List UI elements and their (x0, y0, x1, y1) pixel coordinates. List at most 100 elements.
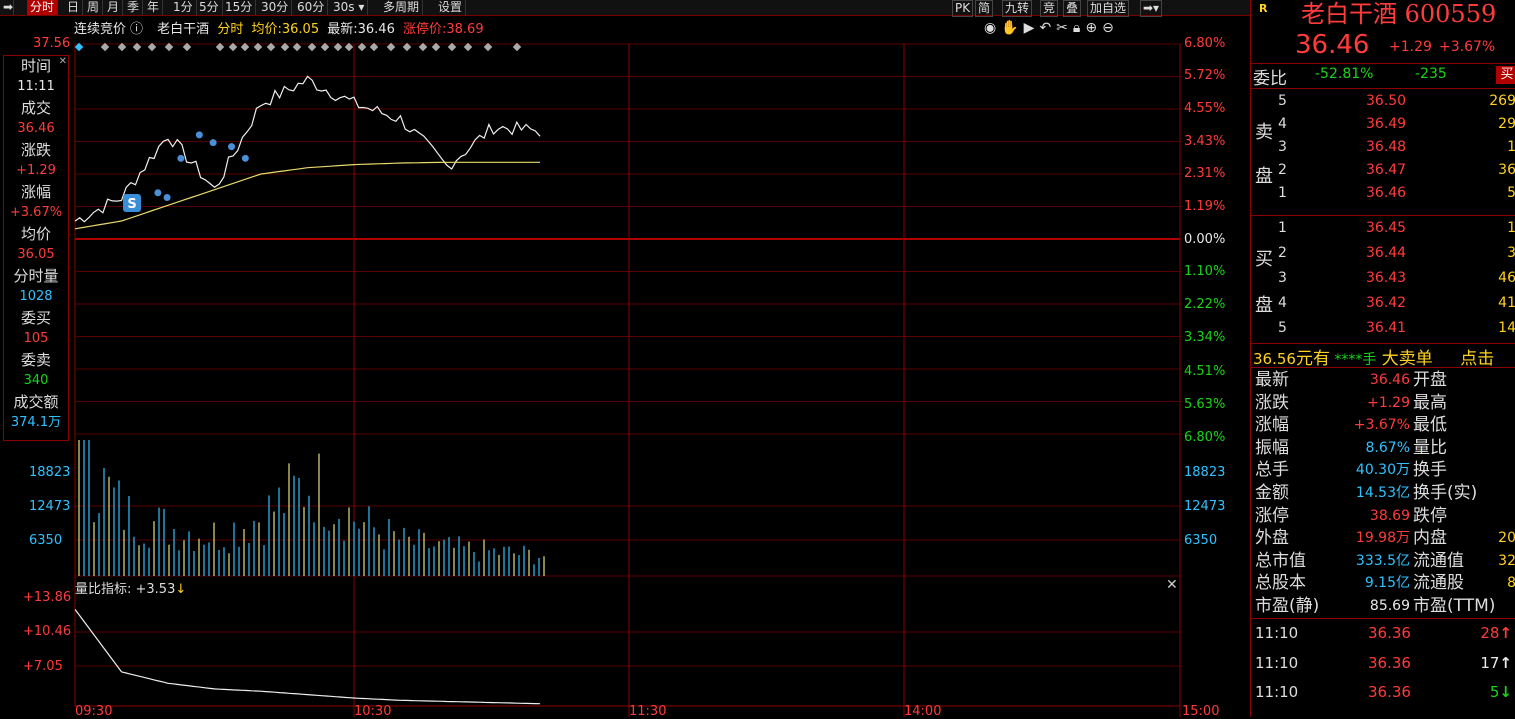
tick-price: 36.36 (1368, 624, 1411, 642)
stat-value: +3.67% (1353, 417, 1410, 434)
level-volume: 1 (1507, 139, 1515, 155)
stat-label: 涨幅 (1255, 415, 1289, 436)
level-volume: 46 (1498, 270, 1515, 286)
pct-axis-label: 1.19% (1184, 199, 1226, 214)
volume-ratio-line (74, 609, 541, 705)
pct-axis-label: 2.22% (1184, 297, 1226, 312)
stat-row: 总股本 9.15亿 流通股 8 (1255, 572, 1515, 594)
pct-axis-label: 0.00% (1184, 232, 1226, 247)
stat-row: 金额 14.53亿 换手(实) (1255, 482, 1515, 504)
pct-axis-label: 2.31% (1184, 166, 1226, 181)
level-price: 36.49 (1366, 116, 1407, 132)
current-price: 36.46 (1295, 30, 1370, 60)
stat-label: 涨停 (1255, 505, 1289, 526)
trade-marker (241, 154, 249, 162)
info-label: 委买 (20, 309, 51, 327)
tick-time: 11:10 (1255, 624, 1299, 642)
indicator-axis-label: +10.46 (23, 624, 72, 639)
level-num: 5 (1278, 93, 1287, 109)
divider (1251, 367, 1515, 368)
trade-marker (209, 139, 217, 147)
bid-row[interactable]: 4 36.42 41 (1251, 292, 1515, 315)
stat-value: 333.5亿 (1355, 552, 1410, 569)
big-order-click[interactable]: 点击 (1455, 349, 1494, 369)
pct-axis-label: 6.80% (1184, 430, 1226, 445)
stat-value: 40.30万 (1355, 462, 1410, 479)
indicator-header[interactable]: 量比指标: +3.53↓ (75, 578, 186, 597)
trade-marker (195, 131, 203, 139)
divider (1251, 63, 1515, 64)
level-volume: 269 (1489, 93, 1515, 109)
wb-pct: -52.81% (1315, 66, 1374, 82)
level-price: 36.43 (1366, 270, 1407, 286)
indicator-close-icon[interactable]: ✕ (1166, 577, 1178, 593)
volume-axis-label: 18823 (29, 465, 71, 480)
stat-value: 14.53亿 (1355, 485, 1410, 501)
stat-row: 最新 36.46 开盘 (1255, 369, 1515, 391)
info-label: 分时量 (13, 267, 59, 285)
info-value: 11:11 (17, 79, 55, 94)
volume-axis-label: 6350 (29, 533, 63, 548)
info-value: +1.29 (16, 163, 56, 178)
level-num: 5 (1278, 320, 1287, 336)
buy-button[interactable]: 买 (1496, 66, 1515, 84)
level-price: 36.41 (1366, 320, 1407, 336)
stat-value: 85.69 (1369, 598, 1410, 614)
ask-row[interactable]: 2 36.47 36 (1251, 159, 1515, 182)
big-order-type: 大卖单 (1376, 349, 1433, 369)
tick-time: 11:10 (1255, 683, 1299, 701)
bid-row[interactable]: 2 36.44 3 (1251, 242, 1515, 265)
stat-label: 开盘 (1413, 370, 1447, 390)
level-num: 2 (1278, 162, 1287, 178)
volume-axis-label: 12473 (29, 499, 71, 514)
big-order-line[interactable]: 36.56元有 ****手 大卖单 点击 (1253, 344, 1494, 369)
level-volume: 36 (1498, 162, 1515, 178)
stat-value: 19.98万 (1355, 530, 1410, 547)
level-price: 36.42 (1366, 295, 1407, 311)
tick-direction-icon: ↑ (1499, 624, 1512, 642)
ask-row[interactable]: 3 36.48 1 (1251, 136, 1515, 159)
indicator-title: 量比指标: +3.53 (75, 582, 176, 597)
level-volume: 5 (1507, 185, 1515, 201)
info-label: 时间 (20, 57, 51, 75)
price-change: +1.29 (1389, 39, 1432, 55)
level-num: 1 (1278, 185, 1287, 201)
bid-row[interactable]: 3 36.43 46 (1251, 267, 1515, 290)
stat-value: 8 (1507, 575, 1515, 592)
r-badge: R (1259, 2, 1268, 15)
tick-row: 11:10 36.36 5↓ (1255, 677, 1515, 707)
stat-value: 38.69 (1369, 507, 1410, 524)
stat-row: 总手 40.30万 换手 (1255, 459, 1515, 481)
info-label: 涨幅 (20, 183, 51, 201)
stat-label: 换手 (1413, 460, 1447, 481)
stat-label: 流通值 (1413, 550, 1464, 571)
ask-row[interactable]: 1 36.46 5 (1251, 182, 1515, 205)
trade-marker (228, 143, 236, 151)
pct-axis-label: 3.43% (1184, 134, 1226, 149)
info-value: 36.46 (17, 121, 55, 136)
pct-axis-label: 4.55% (1184, 101, 1226, 116)
info-value: +3.67% (9, 205, 63, 220)
pct-axis-label: 4.51% (1184, 364, 1226, 379)
stat-label: 涨跌 (1255, 392, 1289, 413)
stat-value: 8.67% (1365, 439, 1410, 456)
level-num: 4 (1278, 295, 1287, 311)
divider (1251, 88, 1515, 89)
ask-row[interactable]: 4 36.49 29 (1251, 113, 1515, 136)
indicator-axis-label: +7.05 (23, 659, 63, 674)
tick-qty-value: 5 (1489, 683, 1500, 701)
divider (1251, 215, 1515, 216)
bid-row[interactable]: 5 36.41 14 (1251, 317, 1515, 340)
ask-row[interactable]: 5 36.50 269 (1251, 90, 1515, 113)
bid-row[interactable]: 1 36.45 1 (1251, 217, 1515, 240)
stat-value: +1.29 (1367, 394, 1410, 411)
stat-label: 流通股 (1413, 573, 1464, 594)
trade-marker (154, 189, 162, 197)
volume-axis-label: 18823 (1184, 465, 1226, 480)
wb-diff: -235 (1415, 66, 1447, 82)
stat-row: 涨幅 +3.67% 最低 (1255, 414, 1515, 436)
pct-axis-label: 3.34% (1184, 330, 1226, 345)
stat-value: 36.46 (1369, 372, 1410, 388)
pct-axis-label: 5.63% (1184, 397, 1226, 412)
tick-qty: 28↑ (1480, 618, 1512, 648)
